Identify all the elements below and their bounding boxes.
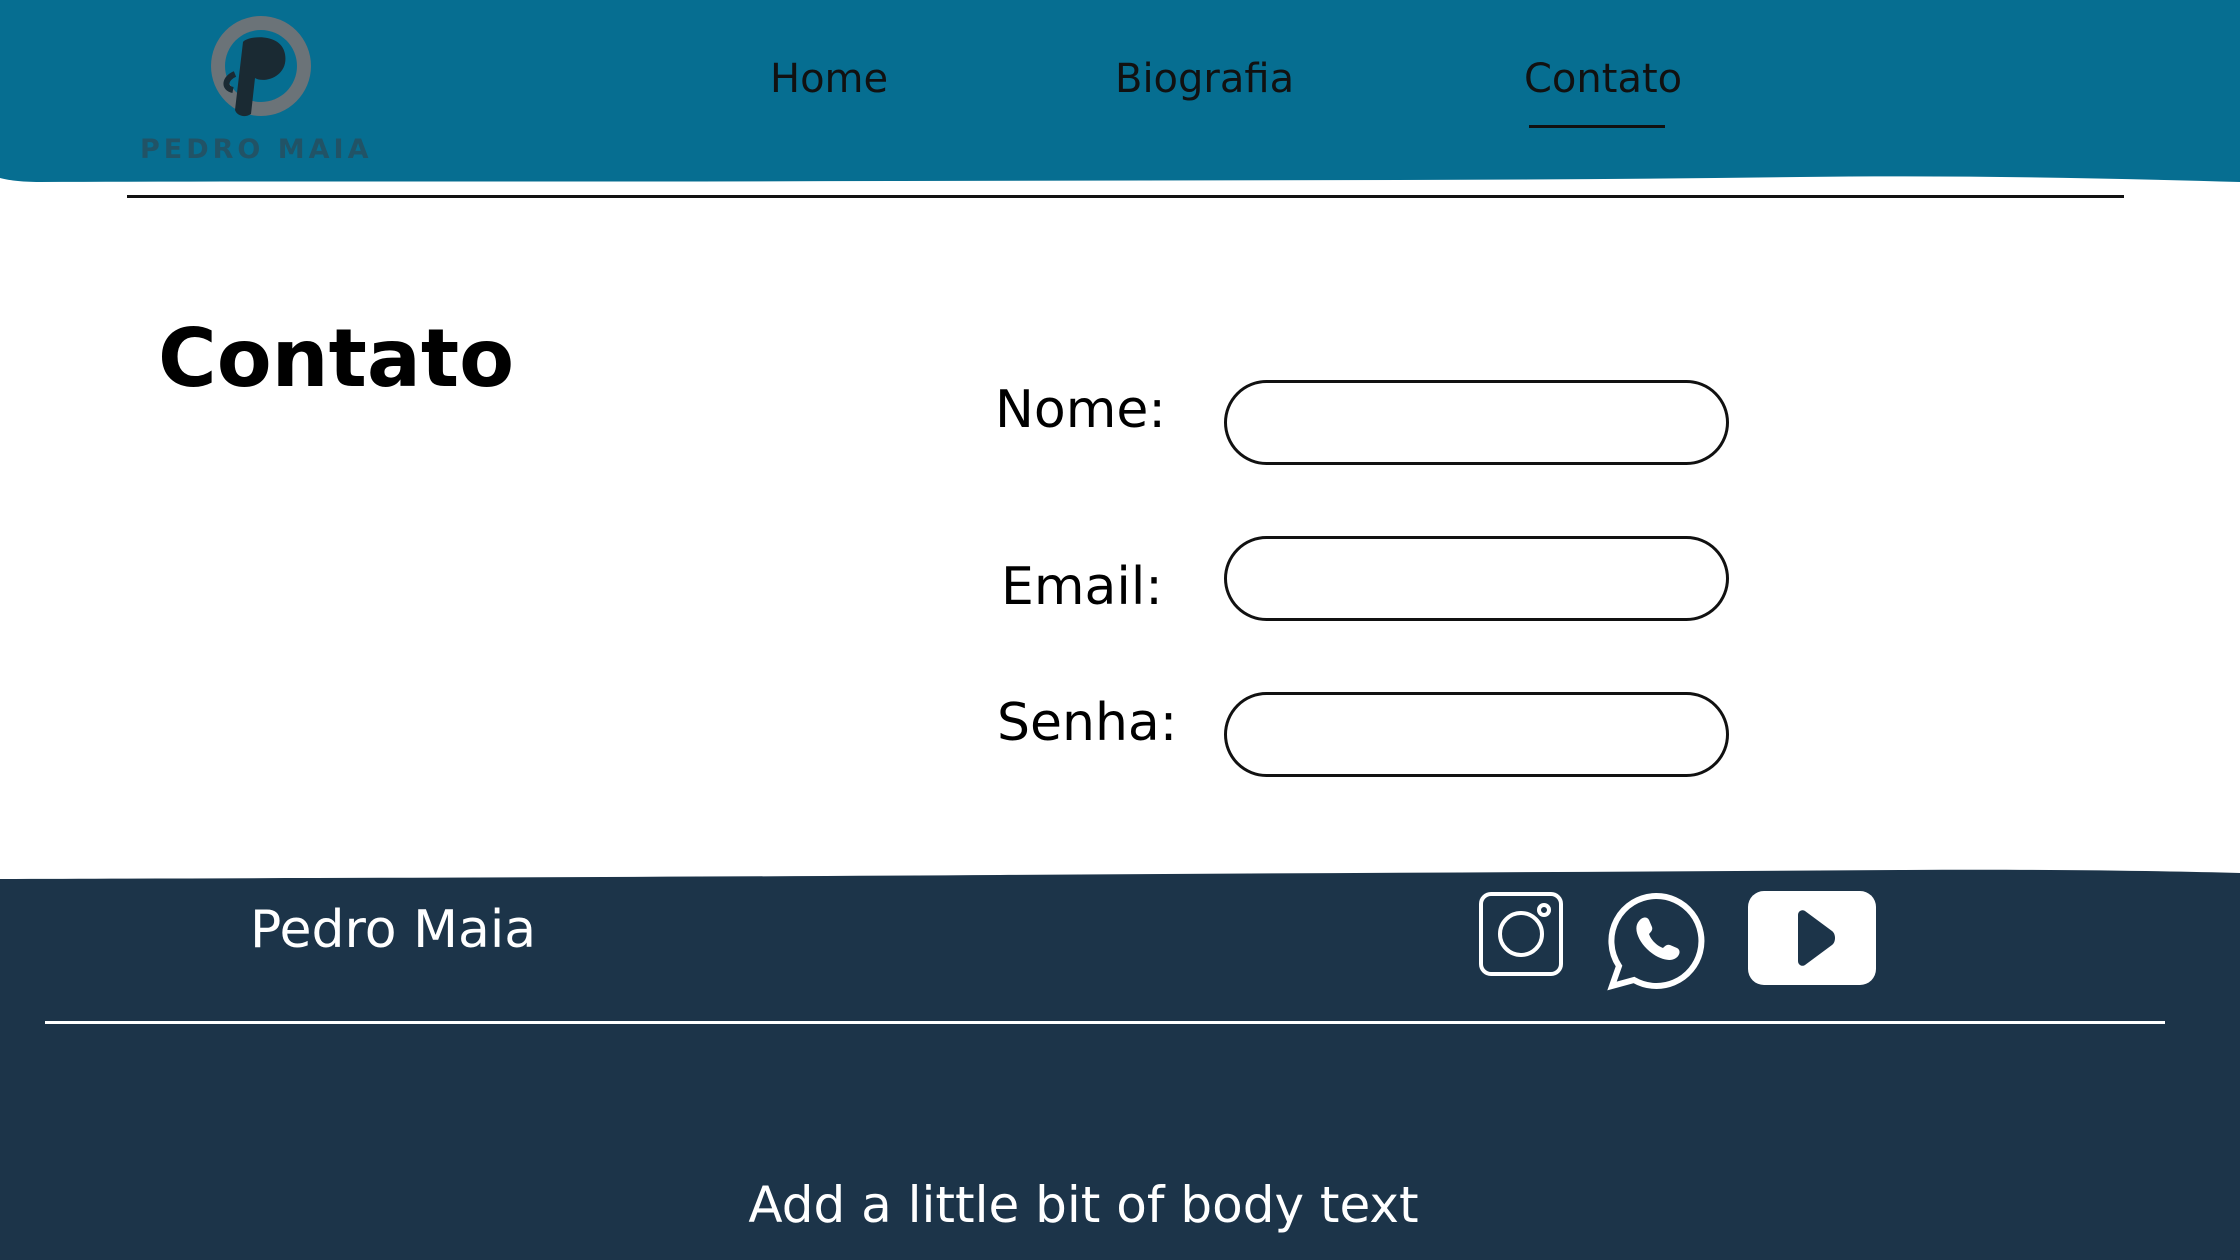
whatsapp-icon[interactable] (1606, 891, 1706, 991)
nav-biografia-link[interactable]: Biografia (1115, 56, 1294, 102)
senha-input[interactable] (1224, 692, 1729, 777)
senha-label: Senha: (997, 693, 1178, 753)
footer-divider (45, 1021, 2165, 1024)
logo-wordmark: PEDRO MAIA (140, 134, 373, 165)
site-footer: Pedro Maia Add a little bit of body text (0, 868, 2240, 1260)
email-input[interactable] (1224, 536, 1729, 621)
site-header: PEDRO MAIA Home Biografia Contato (0, 0, 2240, 190)
page-title: Contato (158, 312, 515, 405)
nome-label: Nome: (995, 380, 1166, 440)
header-divider (127, 195, 2124, 198)
nav-home-link[interactable]: Home (770, 56, 888, 102)
youtube-icon[interactable] (1748, 891, 1876, 985)
email-label: Email: (1001, 557, 1163, 617)
p-monogram-logo-icon (211, 16, 311, 117)
active-nav-indicator (1529, 125, 1665, 128)
footer-body-text: Add a little bit of body text (748, 1176, 1419, 1234)
footer-name: Pedro Maia (250, 900, 537, 960)
brand-logo[interactable]: PEDRO MAIA (135, 14, 435, 174)
nav-contato-link[interactable]: Contato (1524, 56, 1682, 102)
nome-input[interactable] (1224, 380, 1729, 465)
instagram-icon[interactable] (1478, 891, 1564, 977)
